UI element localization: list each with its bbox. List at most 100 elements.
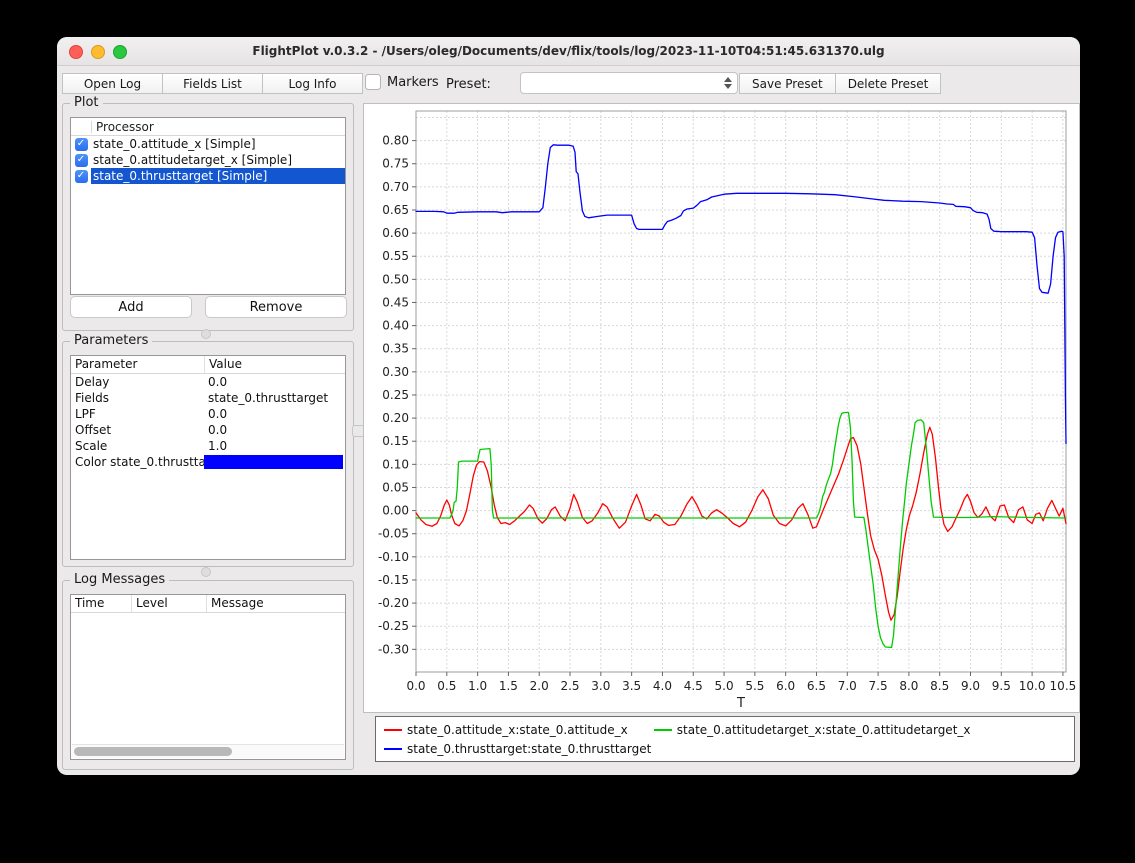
- parameter-name: Delay: [71, 375, 204, 389]
- svg-text:2.0: 2.0: [530, 679, 549, 693]
- add-button[interactable]: Add: [70, 296, 192, 318]
- svg-text:0.25: 0.25: [382, 388, 409, 402]
- svg-text:0.60: 0.60: [382, 226, 409, 240]
- parameter-row[interactable]: Fields state_0.thrusttarget: [71, 390, 345, 406]
- checkbox-checked-icon[interactable]: ✓: [75, 170, 88, 183]
- parameters-group-title: Parameters: [70, 333, 152, 348]
- processor-column-header: Processor: [92, 120, 154, 134]
- window-title: FlightPlot v.0.3.2 - /Users/oleg/Documen…: [252, 44, 884, 58]
- svg-text:0.15: 0.15: [382, 434, 409, 448]
- traffic-lights: [69, 45, 127, 59]
- scrollbar-thumb[interactable]: [74, 747, 232, 756]
- legend-row: state_0.attitude_x:state_0.attitude_x sta…: [384, 723, 1066, 737]
- title-bar[interactable]: FlightPlot v.0.3.2 - /Users/oleg/Documen…: [57, 37, 1080, 66]
- level-column-header: Level: [131, 595, 206, 612]
- preset-label: Preset:: [446, 77, 491, 92]
- svg-text:0.40: 0.40: [382, 319, 409, 333]
- legend-item: state_0.attitude_x:state_0.attitude_x: [384, 723, 628, 737]
- parameter-value[interactable]: 0.0: [204, 375, 345, 389]
- plot-list-item-selected[interactable]: ✓ state_0.thrusttarget [Simple]: [71, 168, 345, 184]
- svg-text:7.0: 7.0: [838, 679, 857, 693]
- legend-label: state_0.attitudetarget_x:state_0.attitud…: [677, 723, 971, 737]
- delete-preset-button[interactable]: Delete Preset: [835, 73, 942, 94]
- svg-text:9.5: 9.5: [992, 679, 1011, 693]
- parameter-value[interactable]: 0.0: [204, 423, 345, 437]
- svg-text:0.55: 0.55: [382, 249, 409, 263]
- parameter-row[interactable]: Delay 0.0: [71, 374, 345, 390]
- legend-row: state_0.thrusttarget:state_0.thrusttarge…: [384, 742, 1066, 756]
- chart-legend: state_0.attitude_x:state_0.attitude_xsta…: [375, 716, 1075, 762]
- plot-item-label[interactable]: state_0.attitude_x [Simple]: [91, 136, 345, 152]
- save-preset-button[interactable]: Save Preset: [739, 73, 836, 94]
- legend-line-swatch: [384, 748, 402, 750]
- svg-text:1.5: 1.5: [499, 679, 518, 693]
- preset-combobox[interactable]: [520, 72, 738, 94]
- parameter-row[interactable]: LPF 0.0: [71, 406, 345, 422]
- parameters-table[interactable]: Parameter Value Delay 0.0 Fields state_0…: [70, 355, 346, 560]
- log-messages-table[interactable]: Time Level Message: [70, 594, 346, 760]
- close-window-button[interactable]: [69, 45, 83, 59]
- svg-text:0.20: 0.20: [382, 411, 409, 425]
- fields-list-button[interactable]: Fields List: [162, 73, 263, 94]
- plot-item-label[interactable]: state_0.thrusttarget [Simple]: [91, 168, 345, 184]
- split-divider-grip[interactable]: [201, 567, 211, 577]
- parameter-name: Offset: [71, 423, 204, 437]
- chart-panel[interactable]: -0.30-0.25-0.20-0.15-0.10-0.050.000.050.…: [363, 103, 1080, 713]
- log-messages-table-header: Time Level Message: [71, 595, 345, 613]
- svg-text:0.00: 0.00: [382, 504, 409, 518]
- combobox-stepper-icon[interactable]: [721, 75, 735, 91]
- horizontal-scrollbar[interactable]: [72, 744, 344, 758]
- svg-text:6.0: 6.0: [776, 679, 795, 693]
- color-swatch[interactable]: [204, 455, 343, 469]
- legend-item: state_0.thrusttarget:state_0.thrusttarge…: [384, 742, 651, 756]
- svg-text:0.80: 0.80: [382, 134, 409, 148]
- time-column-header: Time: [71, 595, 131, 612]
- parameter-value[interactable]: 0.0: [204, 407, 345, 421]
- parameter-value[interactable]: 1.0: [204, 439, 345, 453]
- processor-list[interactable]: Processor ✓ state_0.attitude_x [Simple] …: [70, 117, 346, 295]
- legend-label: state_0.attitude_x:state_0.attitude_x: [407, 723, 628, 737]
- legend-line-swatch: [384, 729, 402, 731]
- svg-text:4.0: 4.0: [653, 679, 672, 693]
- svg-text:0.30: 0.30: [382, 365, 409, 379]
- svg-text:-0.25: -0.25: [378, 619, 409, 633]
- svg-text:1.0: 1.0: [468, 679, 487, 693]
- checkbox-checked-icon[interactable]: ✓: [75, 138, 88, 151]
- log-info-button[interactable]: Log Info: [262, 73, 363, 94]
- remove-button[interactable]: Remove: [205, 296, 347, 318]
- plot-item-label[interactable]: state_0.attitudetarget_x [Simple]: [91, 152, 345, 168]
- svg-text:4.5: 4.5: [684, 679, 703, 693]
- svg-text:0.75: 0.75: [382, 157, 409, 171]
- svg-text:3.5: 3.5: [622, 679, 641, 693]
- parameter-value[interactable]: state_0.thrusttarget: [204, 391, 345, 405]
- legend-label: state_0.thrusttarget:state_0.thrusttarge…: [407, 742, 651, 756]
- markers-checkbox[interactable]: [365, 74, 381, 90]
- parameter-row[interactable]: Scale 1.0: [71, 438, 345, 454]
- parameter-row[interactable]: Offset 0.0: [71, 422, 345, 438]
- svg-text:0.70: 0.70: [382, 180, 409, 194]
- message-column-header: Message: [206, 595, 345, 612]
- log-messages-group-title: Log Messages: [70, 572, 169, 587]
- parameter-column-header: Parameter: [71, 356, 204, 373]
- svg-text:8.0: 8.0: [899, 679, 918, 693]
- legend-item: state_0.attitudetarget_x:state_0.attitud…: [654, 723, 971, 737]
- chart-svg[interactable]: -0.30-0.25-0.20-0.15-0.10-0.050.000.050.…: [364, 104, 1079, 712]
- split-divider-grip[interactable]: [201, 329, 211, 339]
- plot-list-item[interactable]: ✓ state_0.attitude_x [Simple]: [71, 136, 345, 152]
- svg-text:0.05: 0.05: [382, 480, 409, 494]
- zoom-window-button[interactable]: [113, 45, 127, 59]
- checkbox-checked-icon[interactable]: ✓: [75, 154, 88, 167]
- value-column-header: Value: [204, 356, 345, 373]
- parameters-table-header: Parameter Value: [71, 356, 345, 374]
- preset-buttons: Save Preset Delete Preset: [740, 73, 941, 94]
- svg-text:0.0: 0.0: [406, 679, 425, 693]
- plot-list-item[interactable]: ✓ state_0.attitudetarget_x [Simple]: [71, 152, 345, 168]
- parameter-row-color[interactable]: Color state_0.thrustta...: [71, 454, 345, 470]
- svg-text:3.0: 3.0: [591, 679, 610, 693]
- minimize-window-button[interactable]: [91, 45, 105, 59]
- toolbar-button-group: Open Log Fields List Log Info: [62, 73, 363, 94]
- markers-label: Markers: [387, 75, 439, 90]
- open-log-button[interactable]: Open Log: [62, 73, 163, 94]
- parameter-name: Fields: [71, 391, 204, 405]
- svg-text:6.5: 6.5: [807, 679, 826, 693]
